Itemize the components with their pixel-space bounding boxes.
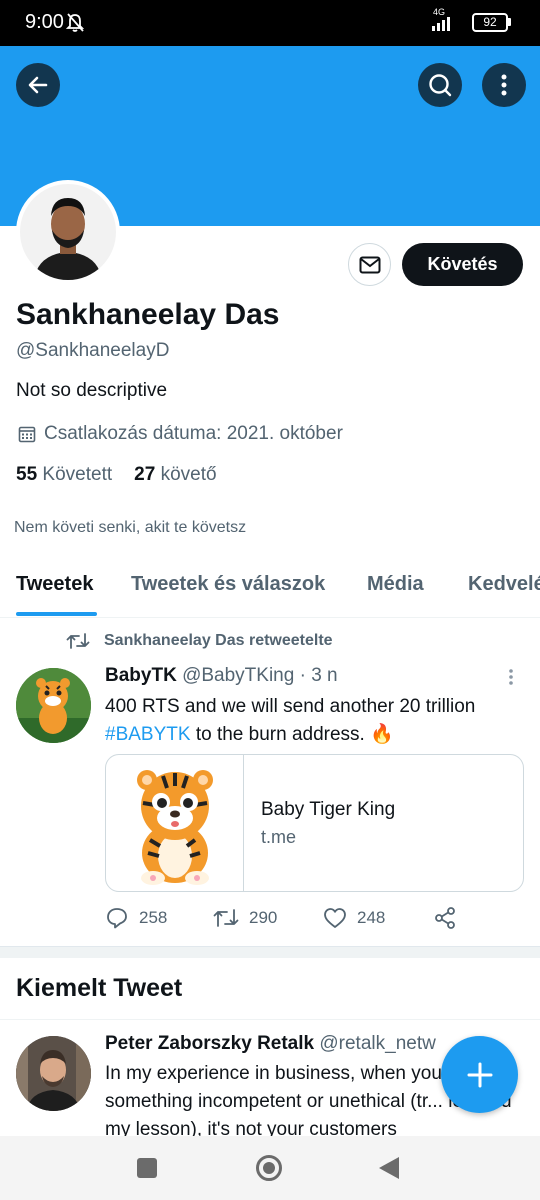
share-icon [435,907,455,929]
retweet-button[interactable]: 290 [213,906,323,930]
search-button[interactable] [418,63,462,107]
tab-media[interactable]: Média [367,573,424,596]
network-label: 4G [433,7,446,17]
plus-icon [467,1062,492,1087]
tweet-author-name[interactable]: BabyTK [105,665,177,686]
profile-name: Sankhaneelay Das [16,298,280,331]
joined-text: Csatlakozás dátuma: 2021. október [44,423,343,444]
heart-icon [324,908,346,928]
tweet-header: BabyTK @BabyTKing · 3 n [105,665,338,687]
battery-level: 92 [483,15,497,29]
more-options-button[interactable] [482,63,526,107]
status-time: 9:00 [25,11,64,33]
battery-icon: 92 [472,13,508,32]
link-card[interactable]: Baby Tiger King t.me [105,754,524,892]
compose-tweet-button[interactable] [441,1036,518,1113]
system-nav-bar [0,1136,540,1200]
search-icon [429,74,452,97]
section-divider [0,946,540,958]
signal-icon [432,17,450,31]
tweet-author-handle[interactable]: @BabyTKing [182,665,294,686]
card-title: Baby Tiger King [261,798,396,820]
battery-tip [508,18,511,26]
pinned-author-name[interactable]: Peter Zaborszky Retalk [105,1033,314,1054]
tweet-actions: 258 290 248 [105,906,465,930]
back-button[interactable] [16,63,60,107]
tab-tweets[interactable]: Tweetek [16,573,93,596]
tab-tweets-replies[interactable]: Tweetek és válaszok [131,573,325,596]
pinned-author-handle[interactable]: @retalk_netw [319,1033,435,1054]
tweet-hashtag[interactable]: #BABYTK [105,724,191,745]
like-button[interactable]: 248 [323,906,433,930]
retweet-context: Sankhaneelay Das retweetelte [66,632,333,650]
profile-handle: @SankhaneelayD [16,340,170,361]
tweet-more-icon[interactable] [508,668,514,686]
calendar-icon [18,426,36,443]
retweet-context-text[interactable]: Sankhaneelay Das retweetelte [104,632,333,650]
follow-stats: 55 Követett 27 követő [16,464,217,486]
profile-tabs: Tweetek Tweetek és válaszok Média Kedvel… [0,560,540,618]
tweet-author-avatar[interactable] [16,668,91,743]
tweet-time: · 3 n [299,665,338,686]
tweet-text-end: to the burn address. 🔥 [190,724,394,745]
following-link[interactable]: 55 Követett [16,464,112,486]
joined-date: Csatlakozás dátuma: 2021. október [18,423,343,445]
mail-icon [359,256,380,273]
more-vertical-icon [501,74,507,96]
retweet-icon [66,633,90,649]
home-button[interactable] [255,1154,283,1182]
recents-button[interactable] [136,1157,158,1179]
share-button[interactable] [433,906,457,930]
status-bar: 9:00 4G 92 [0,0,540,46]
tweet-text: 400 RTS and we will send another 20 tril… [105,693,525,749]
avatar [20,184,116,280]
card-body: Baby Tiger King t.me [244,755,395,891]
profile-bio: Not so descriptive [16,380,168,401]
following-count: 55 [16,464,38,485]
back-nav-button[interactable] [378,1156,400,1180]
section-line [0,1019,540,1020]
card-domain: t.me [261,826,297,847]
reply-icon [107,908,127,929]
pinned-author-avatar[interactable] [16,1036,91,1111]
message-button[interactable] [348,243,391,286]
reply-button[interactable]: 258 [105,906,213,930]
bell-off-icon [66,13,84,32]
card-image [106,755,244,891]
tweet-text-main: 400 RTS and we will send another 20 tril… [105,696,476,717]
arrow-left-icon [28,76,48,94]
following-label: Követett [42,464,113,485]
followers-label: követő [160,464,217,485]
followers-link[interactable]: 27 követő [134,464,216,486]
tab-likes[interactable]: Kedvelé [468,573,540,596]
tiger-illustration-icon [136,770,213,885]
reply-count: 258 [139,908,168,927]
active-tab-indicator [16,612,97,616]
followers-count: 27 [134,464,156,485]
follow-button[interactable]: Követés [402,243,523,286]
retweet-icon [213,909,239,927]
pinned-section-title: Kiemelt Tweet [16,974,183,1002]
like-count: 248 [357,908,386,927]
mutual-followers-note: Nem követi senki, akit te követsz [14,519,247,536]
profile-avatar[interactable] [16,180,120,284]
retweet-count: 290 [249,908,278,927]
